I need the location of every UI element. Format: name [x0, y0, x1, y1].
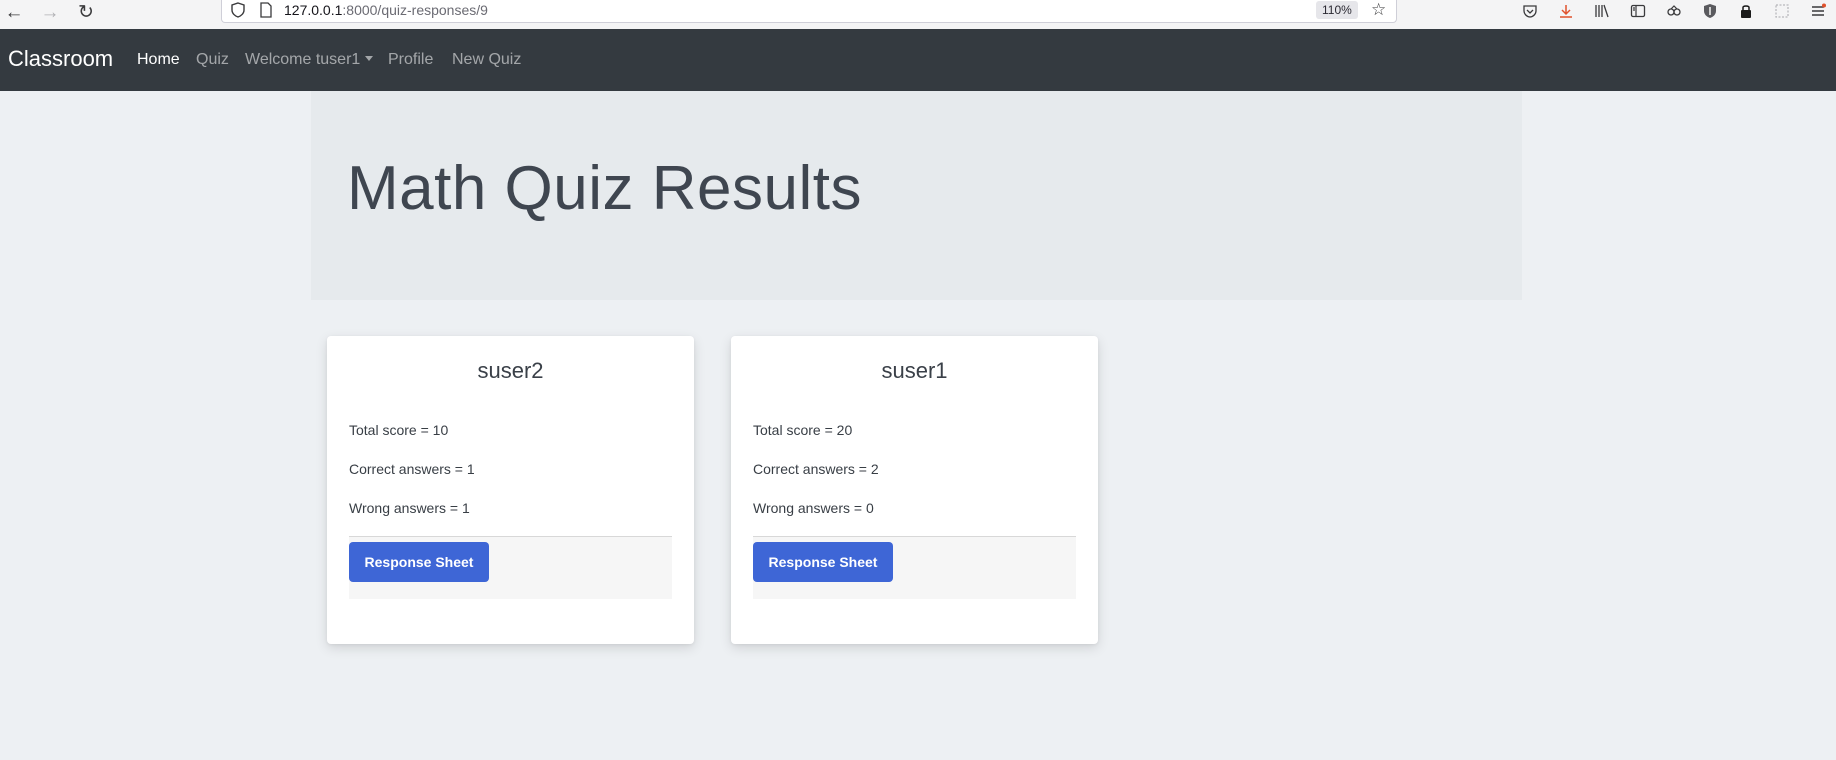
screenshot-icon[interactable] [1771, 0, 1793, 22]
brand-link[interactable]: Classroom [8, 46, 113, 72]
nav-home[interactable]: Home [137, 51, 180, 69]
total-score: Total score = 20 [753, 422, 853, 438]
student-name: suser2 [477, 358, 544, 383]
pocket-icon[interactable] [1519, 0, 1541, 22]
caret-down-icon [365, 56, 374, 61]
menu-icon[interactable] [1807, 0, 1829, 22]
response-sheet-button[interactable]: Response Sheet [349, 542, 489, 582]
result-card: suser1 Total score = 20 Correct answers … [731, 336, 1098, 644]
bookmark-star-icon[interactable]: ☆ [1371, 1, 1386, 18]
sidebar-icon[interactable] [1627, 0, 1649, 22]
wrong-answers: Wrong answers = 1 [349, 500, 470, 516]
correct-answers: Correct answers = 2 [753, 461, 879, 477]
back-arrow-icon[interactable]: ← [2, 1, 26, 23]
download-icon[interactable] [1555, 0, 1577, 22]
nav-profile[interactable]: Profile [388, 51, 433, 69]
extension-icon[interactable] [1663, 0, 1685, 22]
url-host: 127.0.0.1 [284, 2, 343, 18]
forward-arrow-icon[interactable]: → [38, 1, 62, 23]
url-path: :8000/quiz-responses/9 [342, 2, 488, 18]
card-footer: Response Sheet [349, 536, 672, 599]
result-card: suser2 Total score = 10 Correct answers … [327, 336, 694, 644]
page-header-jumbotron: Math Quiz Results [311, 91, 1522, 300]
library-icon[interactable] [1591, 0, 1613, 22]
main-navbar: Classroom Home Quiz Welcome tuser1 Profi… [0, 29, 1836, 91]
nav-new-quiz[interactable]: New Quiz [452, 51, 521, 69]
url-text[interactable]: 127.0.0.1:8000/quiz-responses/9 [284, 2, 488, 18]
browser-toolbar: ← → ↻ 127.0.0.1:8000/quiz-responses/9 11… [0, 0, 1836, 30]
nav-welcome-dropdown[interactable]: Welcome tuser1 [245, 51, 374, 69]
lock-extension-icon[interactable] [1735, 0, 1757, 22]
total-score: Total score = 10 [349, 422, 449, 438]
address-bar[interactable]: 127.0.0.1:8000/quiz-responses/9 110% ☆ [221, 0, 1397, 23]
privacy-badger-icon[interactable] [1699, 0, 1721, 22]
correct-answers: Correct answers = 1 [349, 461, 475, 477]
card-footer: Response Sheet [753, 536, 1076, 599]
page-title: Math Quiz Results [347, 154, 863, 223]
shield-icon[interactable] [230, 2, 246, 23]
response-sheet-button[interactable]: Response Sheet [753, 542, 893, 582]
page-info-icon[interactable] [259, 2, 273, 23]
student-name: suser1 [881, 358, 948, 383]
reload-icon[interactable]: ↻ [74, 1, 98, 23]
nav-welcome-label: Welcome tuser1 [245, 51, 361, 68]
nav-quiz[interactable]: Quiz [196, 51, 229, 69]
wrong-answers: Wrong answers = 0 [753, 500, 874, 516]
zoom-level-badge[interactable]: 110% [1316, 1, 1358, 19]
